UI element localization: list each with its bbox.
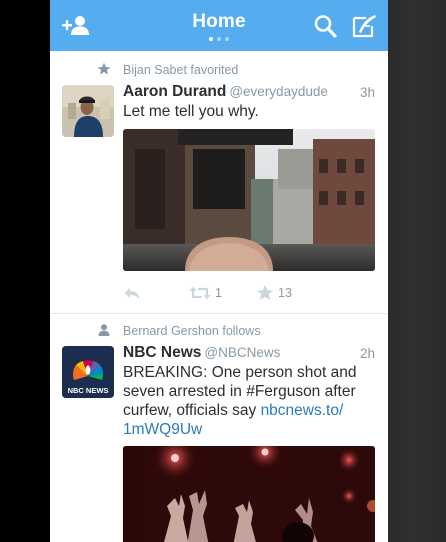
tweet-author[interactable]: Aaron Durand @everydaydude [123, 83, 328, 101]
tweet-link-continued[interactable]: 1mWQ9Uw [123, 420, 378, 439]
tweet-timestamp: 2h [359, 346, 375, 361]
author-handle[interactable]: @NBCNews [204, 345, 280, 360]
tweet-actions: 1 13 [123, 284, 375, 302]
compose-icon[interactable] [351, 13, 379, 39]
tweet-text-line: seven arrested in #Ferguson after [123, 383, 356, 400]
author-name[interactable]: NBC News [123, 344, 201, 361]
favorite-icon[interactable] [256, 284, 274, 302]
app-screen: Home Bijan Sabet favorited Aaron Durand … [50, 0, 388, 542]
retweet-icon[interactable] [189, 284, 211, 302]
tweet-nbc-news[interactable]: Bernard Gershon follows NBC NEWS NBC New [50, 314, 388, 542]
tweet-author[interactable]: NBC News @NBCNews [123, 344, 280, 362]
tweet-context: Bernard Gershon follows [123, 324, 261, 338]
favorite-count: 13 [278, 286, 292, 300]
tweet-link[interactable]: nbcnews.to/ [261, 402, 344, 419]
author-handle[interactable]: @everydaydude [229, 84, 328, 99]
avatar[interactable] [62, 85, 114, 137]
tweet-text-line: curfew, officials say nbcnews.to/ [123, 401, 378, 420]
tweet-photo[interactable] [123, 446, 375, 542]
page-dot [217, 37, 221, 41]
tweet-text: BREAKING: One person shot and seven arre… [123, 363, 378, 439]
tweet-photo[interactable] [123, 129, 375, 271]
tweet-text-line: BREAKING: One person shot and [123, 364, 357, 381]
tweet-context: Bijan Sabet favorited [123, 63, 239, 77]
avatar[interactable]: NBC NEWS [62, 346, 114, 398]
nbc-logo-text: NBC NEWS [68, 386, 109, 395]
right-background [388, 0, 446, 542]
navigation-bar: Home [50, 0, 388, 51]
author-name[interactable]: Aaron Durand [123, 83, 226, 100]
tweet-text-fragment: curfew, officials say [123, 402, 257, 419]
tweet-aaron-durand[interactable]: Bijan Sabet favorited Aaron Durand @every… [50, 51, 388, 313]
page-dot [225, 37, 229, 41]
tweet-timestamp: 3h [359, 85, 375, 100]
page-dot-active [209, 37, 213, 41]
left-background [0, 0, 50, 542]
person-icon [98, 324, 110, 336]
retweet-count: 1 [215, 286, 222, 300]
star-icon [97, 62, 111, 75]
tweet-text: Let me tell you why. [123, 103, 259, 120]
search-icon[interactable] [312, 13, 340, 39]
reply-icon[interactable] [123, 284, 141, 302]
